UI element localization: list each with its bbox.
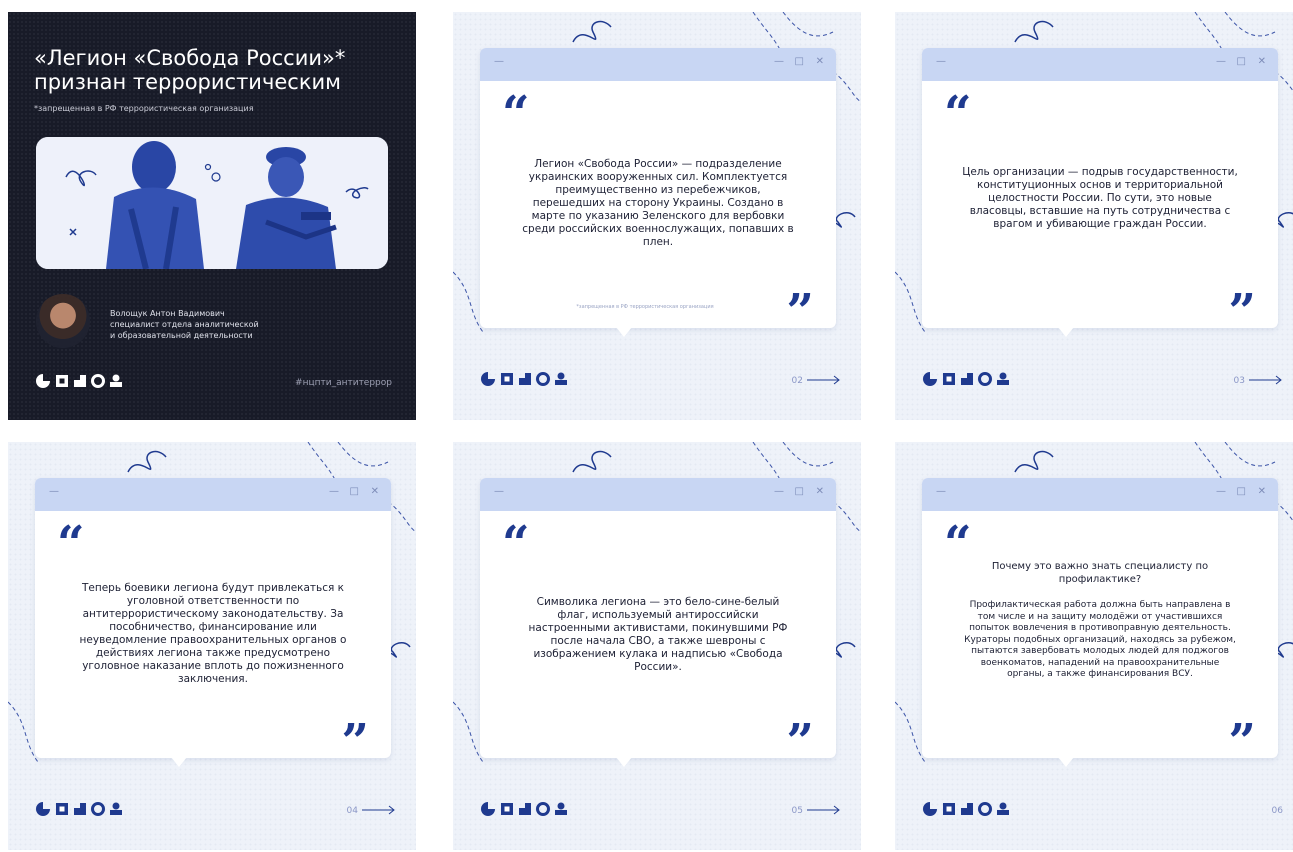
page-number: 05 xyxy=(791,806,803,816)
brand-shapes-logo xyxy=(481,372,569,386)
page-number: 03 xyxy=(1233,376,1245,386)
cover-photo xyxy=(36,137,388,269)
bubble-tail xyxy=(1058,757,1074,767)
next-arrow-icon[interactable] xyxy=(362,805,396,815)
slide-text: Профилактическая работа должна быть напр… xyxy=(964,600,1236,679)
bubble-tail xyxy=(616,757,632,767)
close-icon: ✕ xyxy=(1257,486,1266,497)
close-quote-icon: ” xyxy=(1228,714,1256,770)
brand-shapes-logo xyxy=(36,374,124,388)
maximize-icon: □ xyxy=(794,56,804,67)
minimize-icon: — xyxy=(1216,486,1226,497)
window-titlebar: — — □ ✕ xyxy=(922,48,1278,81)
minimize-icon: — xyxy=(329,486,339,497)
quote-window: — — □ ✕ “ Теперь боевики легиона будут п… xyxy=(35,478,391,770)
titlebar-dash-icon: — xyxy=(936,56,946,67)
quote-window: — — □ ✕ “ Символика легиона — это бело-с… xyxy=(480,478,836,770)
next-arrow-icon[interactable] xyxy=(807,805,841,815)
soldiers-illustration xyxy=(36,137,388,269)
quote-window: — — □ ✕ “ Легион «Свобода России» — подр… xyxy=(480,48,836,340)
brand-shapes-logo xyxy=(36,802,124,816)
close-quote-icon: ” xyxy=(786,284,814,340)
cover-card: «Легион «Свобода России»* признан террор… xyxy=(8,12,416,420)
next-arrow-icon[interactable] xyxy=(807,375,841,385)
cover-title-line1: «Легион «Свобода России»* xyxy=(34,46,346,70)
slide-text: Символика легиона — это бело-сине-белый … xyxy=(528,596,788,673)
close-icon: ✕ xyxy=(815,56,824,67)
titlebar-dash-icon: — xyxy=(49,486,59,497)
slide-heading: Почему это важно знать специалисту по пр… xyxy=(991,561,1209,585)
window-titlebar: — — □ ✕ xyxy=(922,478,1278,511)
author-role-line1: специалист отдела аналитической xyxy=(110,320,259,329)
window-titlebar: — — □ ✕ xyxy=(480,478,836,511)
brand-shapes-logo xyxy=(923,372,1011,386)
page-number: 02 xyxy=(791,376,803,386)
window-titlebar: — — □ ✕ xyxy=(480,48,836,81)
slide-text: Легион «Свобода России» — подразделение … xyxy=(522,158,794,248)
hashtag: #нцпти_антитеррор xyxy=(295,378,392,388)
maximize-icon: □ xyxy=(1236,56,1246,67)
maximize-icon: □ xyxy=(794,486,804,497)
titlebar-dash-icon: — xyxy=(494,486,504,497)
close-quote-icon: ” xyxy=(1228,284,1256,340)
bubble-tail xyxy=(1058,327,1074,337)
page-number: 04 xyxy=(346,806,358,816)
slide-card-06: — — □ ✕ “ Почему это важно знать специал… xyxy=(895,442,1293,850)
author-role-line2: и образовательной деятельности xyxy=(110,331,253,340)
minimize-icon: — xyxy=(1216,56,1226,67)
page-number: 06 xyxy=(1271,806,1283,816)
author-name: Волощук Антон Вадимович xyxy=(110,309,225,318)
bubble-tail xyxy=(171,757,187,767)
cover-footnote: *запрещенная в РФ террористическая орган… xyxy=(34,104,254,113)
slide-footnote: *запрещенная в РФ террористическая орган… xyxy=(576,304,714,310)
minimize-icon: — xyxy=(774,56,784,67)
maximize-icon: □ xyxy=(1236,486,1246,497)
slide-card-03: — — □ ✕ “ Цель организации — подрыв госу… xyxy=(895,12,1293,420)
open-quote-icon: “ xyxy=(944,86,972,142)
quote-window: — — □ ✕ “ Цель организации — подрыв госу… xyxy=(922,48,1278,340)
slide-text: Теперь боевики легиона будут привлекатьс… xyxy=(79,582,347,685)
slide-card-02: — — □ ✕ “ Легион «Свобода России» — подр… xyxy=(453,12,861,420)
author-info: Волощук Антон Вадимович специалист отдел… xyxy=(110,308,259,341)
close-icon: ✕ xyxy=(1257,56,1266,67)
open-quote-icon: “ xyxy=(502,86,530,142)
quote-window: — — □ ✕ “ Почему это важно знать специал… xyxy=(922,478,1278,770)
close-icon: ✕ xyxy=(370,486,379,497)
brand-shapes-logo xyxy=(481,802,569,816)
cover-title: «Легион «Свобода России»* признан террор… xyxy=(34,46,394,94)
window-titlebar: — — □ ✕ xyxy=(35,478,391,511)
open-quote-icon: “ xyxy=(57,516,85,572)
brand-shapes-logo xyxy=(923,802,1011,816)
next-arrow-icon[interactable] xyxy=(1249,375,1283,385)
close-quote-icon: ” xyxy=(341,714,369,770)
bubble-tail xyxy=(616,327,632,337)
cover-title-line2: признан террористическим xyxy=(34,70,341,94)
titlebar-dash-icon: — xyxy=(936,486,946,497)
minimize-icon: — xyxy=(774,486,784,497)
author-avatar xyxy=(36,294,90,348)
titlebar-dash-icon: — xyxy=(494,56,504,67)
slide-text: Цель организации — подрыв государственно… xyxy=(962,166,1238,230)
close-icon: ✕ xyxy=(815,486,824,497)
maximize-icon: □ xyxy=(349,486,359,497)
close-quote-icon: ” xyxy=(786,714,814,770)
slide-card-05: — — □ ✕ “ Символика легиона — это бело-с… xyxy=(453,442,861,850)
open-quote-icon: “ xyxy=(502,516,530,572)
slide-card-04: — — □ ✕ “ Теперь боевики легиона будут п… xyxy=(8,442,416,850)
